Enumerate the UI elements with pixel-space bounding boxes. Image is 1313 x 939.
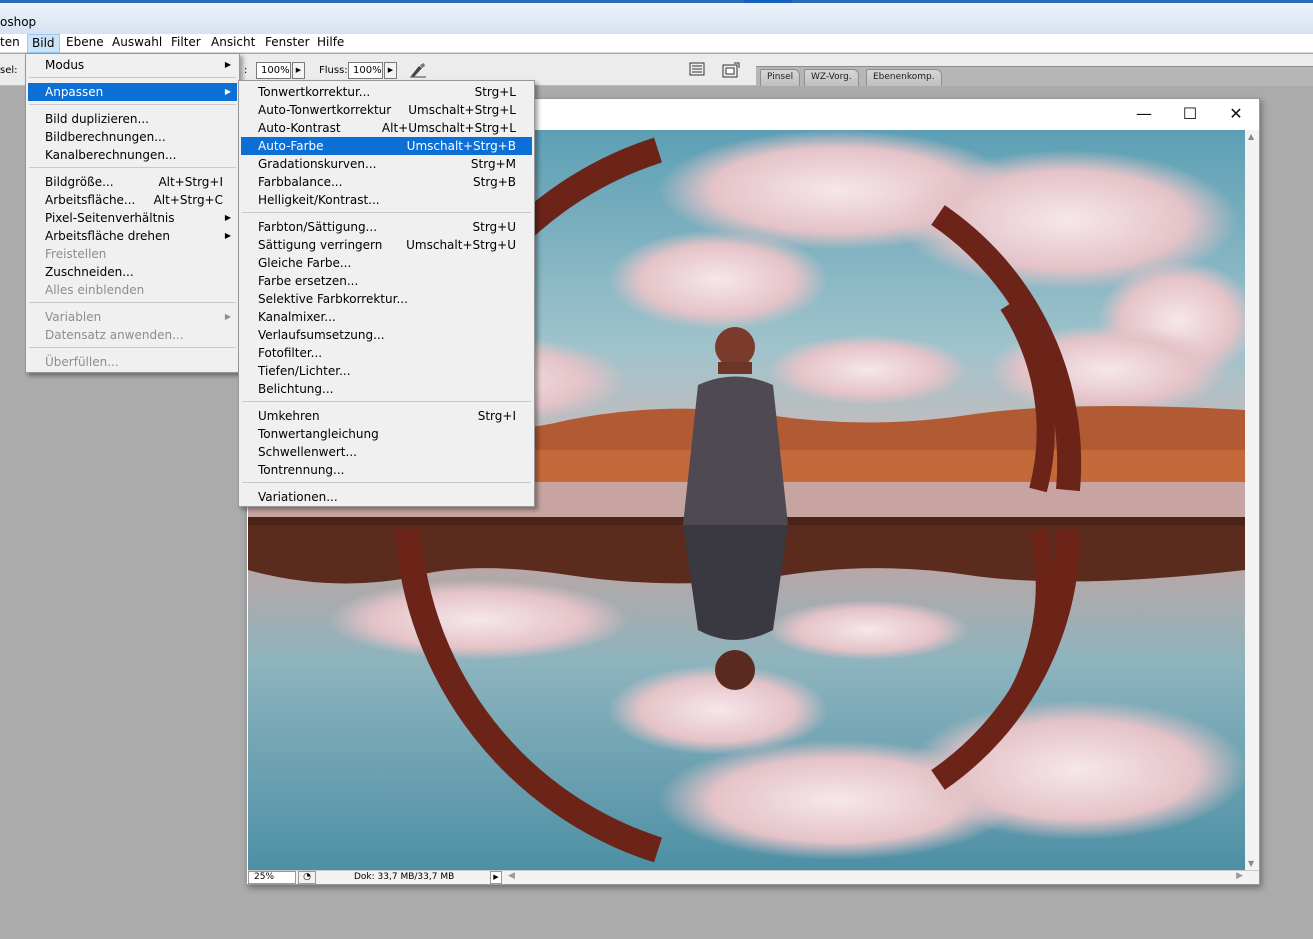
submenu-arrow-icon: ▶ <box>224 231 231 240</box>
menu-separator <box>242 401 531 402</box>
title-bar: oshop <box>0 0 1313 34</box>
tab-ebenenkomp[interactable]: Ebenenkomp. <box>866 69 942 86</box>
menu-item-freistellen: Freistellen <box>45 247 107 261</box>
palette-toggle-icon[interactable] <box>720 61 742 81</box>
tab-pinsel[interactable]: Pinsel <box>760 69 801 86</box>
menu-item-arbeitsflaeche[interactable]: Arbeitsfläche... Alt+Strg+C <box>28 191 237 209</box>
menu-separator <box>29 77 236 78</box>
menu-item-bild-duplizieren[interactable]: Bild duplizieren... <box>28 110 237 128</box>
status-bar: 25% ◔ Dok: 33,7 MB/33,7 MB ▶ ◀ ▶ <box>248 870 1259 884</box>
menu-item-farbbalance[interactable]: Farbbalance... Strg+B <box>241 173 532 191</box>
menu-item-tonwertkorrektur[interactable]: Tonwertkorrektur... Strg+L <box>241 83 532 101</box>
file-browser-icon[interactable] <box>686 61 708 81</box>
flow-dropdown-arrow[interactable]: ▶ <box>384 62 397 79</box>
opacity-field[interactable]: 100% <box>256 62 291 79</box>
flow-label: Fluss: <box>319 65 348 76</box>
menu-item-farbton-saettigung[interactable]: Farbton/Sättigung... Strg+U <box>241 218 532 236</box>
menu-item-zuschneiden[interactable]: Zuschneiden... <box>28 263 237 281</box>
brush-label: sel: <box>0 65 18 76</box>
menu-item-kanalberechnungen[interactable]: Kanalberechnungen... <box>28 146 237 164</box>
zoom-field[interactable]: 25% <box>248 871 296 884</box>
submenu-arrow-icon: ▶ <box>224 87 231 96</box>
submenu-arrow-icon: ▶ <box>224 213 231 222</box>
maximize-button[interactable]: ☐ <box>1175 103 1205 125</box>
menu-item-modus[interactable]: Modus ▶ <box>28 56 237 74</box>
menu-item-fotofilter[interactable]: Fotofilter... <box>241 344 532 362</box>
menu-item-selektive-farbkorrektur[interactable]: Selektive Farbkorrektur... <box>241 290 532 308</box>
app-title: oshop <box>0 15 37 29</box>
menu-item-pixel-seitenverhaeltnis[interactable]: Pixel-Seitenverhältnis ▶ <box>28 209 237 227</box>
menu-hilfe[interactable]: Hilfe <box>313 34 348 53</box>
menu-item-auto-kontrast[interactable]: Auto-Kontrast Alt+Umschalt+Strg+L <box>241 119 532 137</box>
status-menu-arrow[interactable]: ▶ <box>490 871 502 884</box>
hscroll-right-icon[interactable]: ▶ <box>1236 871 1243 881</box>
menu-item-farbe-ersetzen[interactable]: Farbe ersetzen... <box>241 272 532 290</box>
menu-bearbeiten[interactable]: ten <box>0 34 24 53</box>
menu-separator <box>242 482 531 483</box>
menu-item-variationen[interactable]: Variationen... <box>241 488 532 506</box>
airbrush-icon[interactable] <box>407 61 429 81</box>
menu-item-auto-farbe[interactable]: Auto-Farbe Umschalt+Strg+B <box>241 137 532 155</box>
submenu-arrow-icon: ▶ <box>224 312 231 321</box>
menu-separator <box>29 347 236 348</box>
menu-separator <box>29 167 236 168</box>
flow-field[interactable]: 100% <box>348 62 383 79</box>
menu-separator <box>242 212 531 213</box>
menu-item-tonwertangleichung[interactable]: Tonwertangleichung <box>241 425 532 443</box>
menu-item-umkehren[interactable]: Umkehren Strg+I <box>241 407 532 425</box>
menu-ebene[interactable]: Ebene <box>62 34 108 53</box>
menu-item-auto-tonwertkorrektur[interactable]: Auto-Tonwertkorrektur Umschalt+Strg+L <box>241 101 532 119</box>
menu-bild[interactable]: Bild <box>27 34 60 53</box>
close-button[interactable]: ✕ <box>1221 103 1251 125</box>
menu-fenster[interactable]: Fenster <box>261 34 314 53</box>
menu-item-tontrennung[interactable]: Tontrennung... <box>241 461 532 479</box>
vertical-scrollbar[interactable]: ▲ ▼ <box>1245 130 1259 870</box>
hscroll-left-icon[interactable]: ◀ <box>508 871 515 881</box>
menu-separator <box>29 104 236 105</box>
menu-item-bildberechnungen[interactable]: Bildberechnungen... <box>28 128 237 146</box>
minimize-button[interactable]: — <box>1129 103 1159 125</box>
menu-item-verlaufsumsetzung[interactable]: Verlaufsumsetzung... <box>241 326 532 344</box>
menu-item-gleiche-farbe[interactable]: Gleiche Farbe... <box>241 254 532 272</box>
menu-item-bildgroesse[interactable]: Bildgröße... Alt+Strg+I <box>28 173 237 191</box>
menu-item-belichtung[interactable]: Belichtung... <box>241 380 532 398</box>
menu-separator <box>29 302 236 303</box>
opacity-label: : <box>244 65 248 76</box>
menu-item-arbeitsflaeche-drehen[interactable]: Arbeitsfläche drehen ▶ <box>28 227 237 245</box>
scroll-down-icon[interactable]: ▼ <box>1248 859 1254 868</box>
menu-item-ueberfuellen: Überfüllen... <box>45 355 119 369</box>
zoom-icon[interactable]: ◔ <box>298 871 316 884</box>
tab-wz-vorg[interactable]: WZ-Vorg. <box>804 69 859 86</box>
doc-size-info: Dok: 33,7 MB/33,7 MB <box>354 872 455 882</box>
palette-well: Pinsel WZ-Vorg. Ebenenkomp. <box>756 66 1313 86</box>
anpassen-submenu: Tonwertkorrektur... Strg+L Auto-Tonwertko… <box>238 80 535 507</box>
taskbar-indicator <box>744 0 792 3</box>
menu-auswahl[interactable]: Auswahl <box>108 34 166 53</box>
menu-item-kanalmixer[interactable]: Kanalmixer... <box>241 308 532 326</box>
scroll-up-icon[interactable]: ▲ <box>1248 132 1254 141</box>
submenu-arrow-icon: ▶ <box>224 60 231 69</box>
menu-item-tiefen-lichter[interactable]: Tiefen/Lichter... <box>241 362 532 380</box>
menu-item-helligkeit-kontrast[interactable]: Helligkeit/Kontrast... <box>241 191 532 209</box>
bild-menu: Modus ▶ Anpassen ▶ Bild duplizieren... Bil… <box>25 53 240 373</box>
menu-item-saettigung-verringern[interactable]: Sättigung verringern Umschalt+Strg+U <box>241 236 532 254</box>
menu-item-variablen: Variablen ▶ <box>45 310 231 324</box>
menu-filter[interactable]: Filter <box>167 34 205 53</box>
opacity-dropdown-arrow[interactable]: ▶ <box>292 62 305 79</box>
menu-item-gradationskurven[interactable]: Gradationskurven... Strg+M <box>241 155 532 173</box>
menu-item-schwellenwert[interactable]: Schwellenwert... <box>241 443 532 461</box>
menu-item-anpassen[interactable]: Anpassen ▶ <box>28 83 237 101</box>
menu-bar: ten Bild Ebene Auswahl Filter Ansicht Fe… <box>0 34 1313 53</box>
menu-ansicht[interactable]: Ansicht <box>207 34 259 53</box>
menu-item-datensatz-anwenden: Datensatz anwenden... <box>45 328 184 342</box>
menu-item-alles-einblenden: Alles einblenden <box>45 283 145 297</box>
